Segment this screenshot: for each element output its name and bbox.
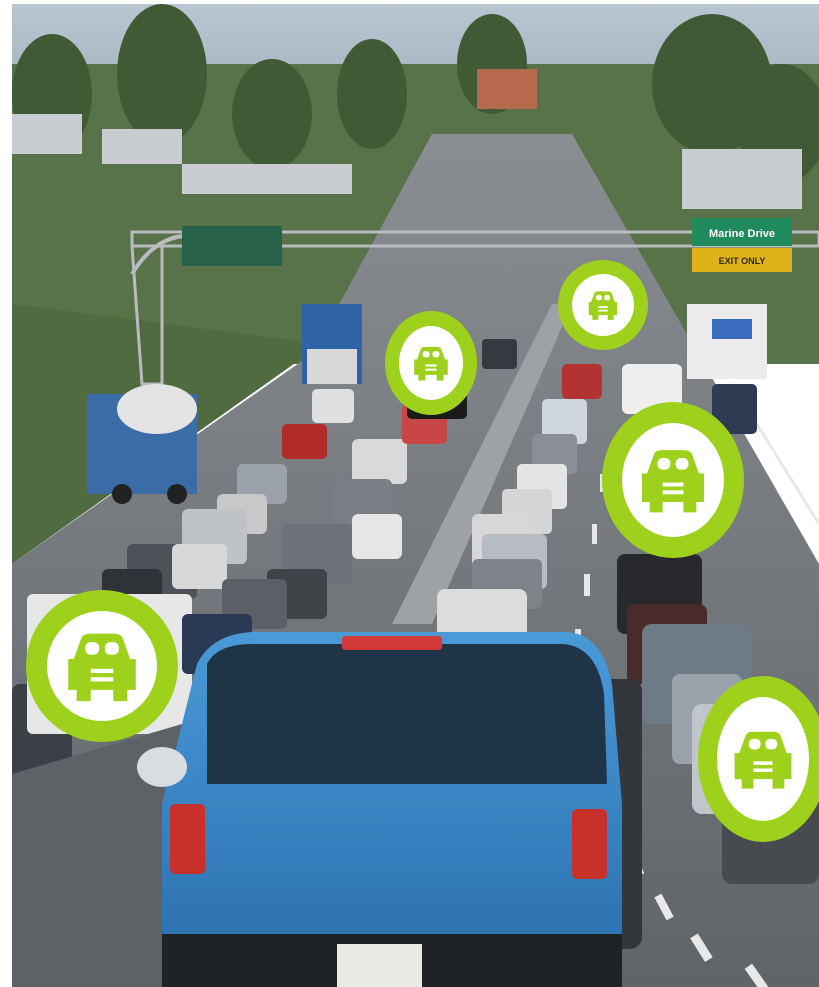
box-truck-right [687, 304, 767, 379]
car-icon [414, 346, 448, 381]
sign-sublabel: EXIT ONLY [719, 256, 766, 266]
car-icon [734, 731, 792, 789]
car-badge [698, 676, 819, 842]
car-badge [26, 590, 178, 742]
car-icon [641, 450, 705, 513]
car-badge [385, 311, 477, 415]
cement-truck [87, 384, 197, 504]
blue-suv [137, 632, 622, 987]
car-badge [558, 260, 648, 350]
car-icon [588, 291, 618, 320]
sign-label: Marine Drive [709, 228, 775, 240]
photo-frame: Marine Drive EXIT ONLY [12, 4, 819, 987]
box-truck-left [302, 304, 362, 384]
car-icon [68, 633, 136, 702]
car-badge [602, 402, 744, 558]
